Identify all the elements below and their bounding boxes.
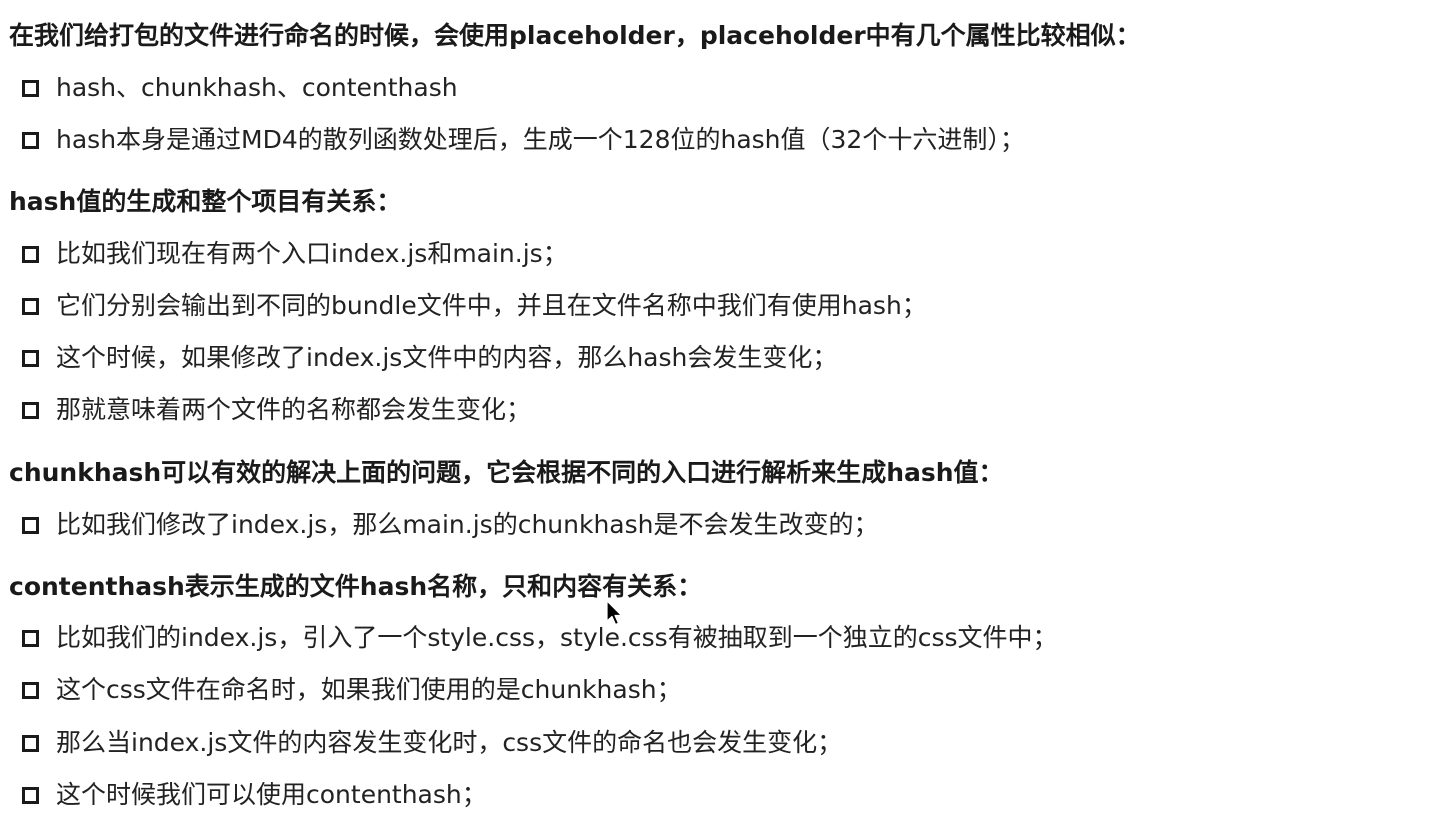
square-bullet-icon [22,131,39,149]
list-item-text: hash本身是通过MD4的散列函数处理后，生成一个128位的hash值（32个十… [56,125,1025,154]
square-bullet-icon [22,79,39,97]
list-item-text: 它们分别会输出到不同的bundle文件中，并且在文件名称中我们有使用hash； [56,291,927,320]
list-item: 那就意味着两个文件的名称都会发生变化； [22,393,531,427]
square-bullet-icon [22,297,39,315]
list-item-text: 这个时候我们可以使用contenthash； [56,780,487,809]
list-item-text: 这个时候，如果修改了index.js文件中的内容，那么hash会发生变化； [56,343,838,372]
list-item: 这个css文件在命名时，如果我们使用的是chunkhash； [22,673,682,707]
list-item: 这个时候，如果修改了index.js文件中的内容，那么hash会发生变化； [22,341,837,375]
list-item: 比如我们修改了index.js，那么main.js的chunkhash是不会发生… [22,508,879,542]
square-bullet-icon [22,734,39,752]
square-bullet-icon [22,786,39,804]
list-item-text: 比如我们修改了index.js，那么main.js的chunkhash是不会发生… [56,510,879,539]
square-bullet-icon [22,629,39,647]
square-bullet-icon [22,245,39,263]
square-bullet-icon [22,349,39,367]
list-item: 那么当index.js文件的内容发生变化时，css文件的命名也会发生变化； [22,726,842,760]
section-heading-chunkhash: chunkhash可以有效的解决上面的问题，它会根据不同的入口进行解析来生成ha… [9,458,1004,487]
square-bullet-icon [22,681,39,699]
square-bullet-icon [22,516,39,534]
document-page: 在我们给打包的文件进行命名的时候，会使用placeholder，placehol… [0,0,1432,827]
list-item: hash本身是通过MD4的散列函数处理后，生成一个128位的hash值（32个十… [22,123,1025,157]
section-heading-placeholder: 在我们给打包的文件进行命名的时候，会使用placeholder，placehol… [9,21,1141,50]
section-heading-hash: hash值的生成和整个项目有关系： [9,187,402,216]
list-item: 它们分别会输出到不同的bundle文件中，并且在文件名称中我们有使用hash； [22,289,927,323]
list-item-text: 比如我们的index.js，引入了一个style.css，style.css有被… [56,623,1058,652]
list-item-text: 比如我们现在有两个入口index.js和main.js； [56,239,568,268]
list-item: 这个时候我们可以使用contenthash； [22,778,487,812]
list-item-text: 那就意味着两个文件的名称都会发生变化； [56,395,532,424]
square-bullet-icon [22,401,39,419]
list-item-text: 那么当index.js文件的内容发生变化时，css文件的命名也会发生变化； [56,728,843,757]
list-item: 比如我们现在有两个入口index.js和main.js； [22,237,568,271]
section-heading-contenthash: contenthash表示生成的文件hash名称，只和内容有关系： [9,572,703,601]
list-item-text: hash、chunkhash、contenthash [56,73,458,102]
list-item-text: 这个css文件在命名时，如果我们使用的是chunkhash； [56,675,682,704]
list-item: 比如我们的index.js，引入了一个style.css，style.css有被… [22,621,1058,655]
list-item: hash、chunkhash、contenthash [22,71,458,105]
mouse-pointer-icon [606,600,623,626]
